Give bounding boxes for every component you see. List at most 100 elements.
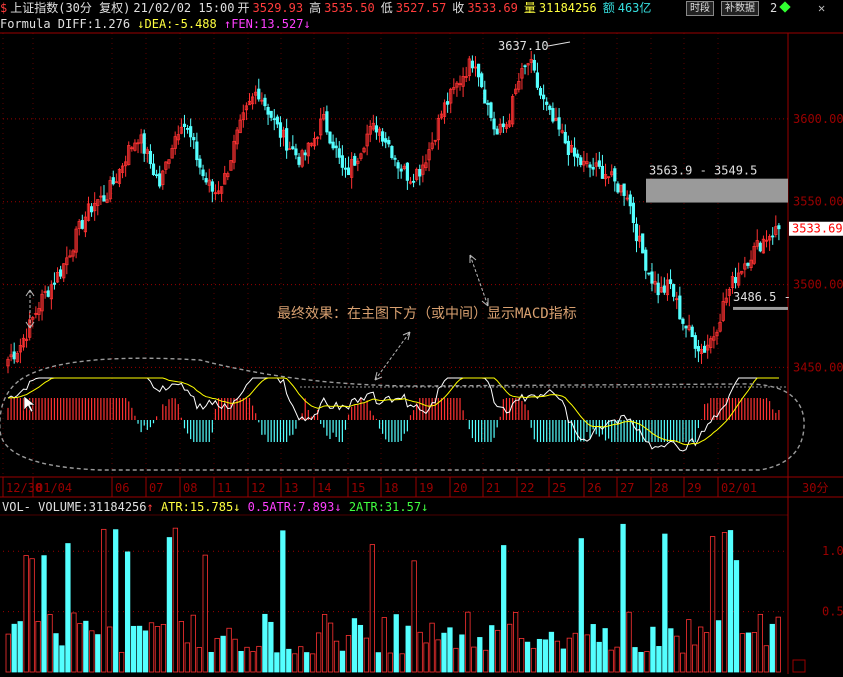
volume-bar <box>47 614 53 673</box>
candle-body <box>399 168 403 172</box>
volume-bar <box>226 627 232 673</box>
volume-bar <box>113 529 119 673</box>
volume-bar <box>29 558 35 673</box>
half-atr-legend: 0.5ATR:7.893 <box>247 500 335 514</box>
candle-body <box>155 174 159 177</box>
volume-bar <box>751 632 758 673</box>
candle-body <box>151 163 156 176</box>
candle-body <box>542 94 546 100</box>
volume-bar <box>501 545 507 673</box>
dea-arrow-icon: ↓ <box>130 17 145 31</box>
candle-body <box>690 326 694 338</box>
candle-body <box>672 284 676 297</box>
x-tick-label: 27 <box>620 481 634 495</box>
volume-bar <box>327 622 334 673</box>
x-tick-label: 25 <box>552 481 566 495</box>
volume-bar <box>626 611 632 673</box>
volume-bar <box>345 635 352 673</box>
candle-body <box>693 335 697 349</box>
dea-legend: DEA:-5.488 <box>144 17 217 31</box>
volume-bar <box>674 635 680 673</box>
candlestick-chart[interactable]: 3450.003500.003550.003600.0012/3001/04 06… <box>0 0 843 674</box>
candle-body <box>492 118 496 130</box>
volume-bar <box>745 632 752 673</box>
volume-bar <box>232 638 238 673</box>
volume-bar <box>590 624 596 673</box>
x-tick-label: 02/01 <box>721 481 757 495</box>
candle-body <box>405 162 409 181</box>
candle-body <box>483 89 487 104</box>
volume-layer <box>5 523 781 673</box>
atr-arrow-icon: ↓ <box>233 500 248 514</box>
close-icon[interactable]: ✕ <box>818 1 825 15</box>
close-value: 3533.69 <box>467 1 518 15</box>
candle-body <box>495 128 499 135</box>
candle-body <box>204 178 208 183</box>
volume-bar <box>536 638 543 673</box>
volume-bar <box>644 651 650 673</box>
x-tick-label: 19 <box>419 481 433 495</box>
candle-body <box>613 168 617 182</box>
volume-bar <box>560 648 567 673</box>
volume-bar <box>524 641 531 673</box>
volume-bar <box>357 624 364 673</box>
candle-body <box>266 107 270 115</box>
x-tick-label: 11 <box>217 481 231 495</box>
candle-body <box>192 137 196 141</box>
volume-bar <box>124 551 131 673</box>
candle-body <box>393 157 397 160</box>
candle-body <box>201 169 205 177</box>
candle-body <box>746 262 750 266</box>
candle-body <box>777 225 781 230</box>
volume-bar <box>321 614 328 673</box>
volume-bar <box>775 616 781 673</box>
volume-bar <box>298 646 304 673</box>
candle-body <box>158 173 162 187</box>
candle-body <box>346 167 351 176</box>
candle-body <box>597 160 601 167</box>
volume-bar <box>417 631 423 673</box>
note-arrow <box>374 331 411 381</box>
volume-bar <box>692 644 698 673</box>
candle-body <box>269 110 273 118</box>
candle-body <box>616 183 620 193</box>
fen-down-icon: ↓ <box>303 17 311 31</box>
chart-stage: 3450.00 3500.00 3550.00 3600.00 12/30 01/04 06… <box>0 0 843 674</box>
x-tick-label: 13 <box>284 481 298 495</box>
quote-datetime: 21/02/02 15:00 <box>133 1 235 15</box>
volume-bar <box>423 642 429 673</box>
volume-label: 量 <box>523 1 536 15</box>
volume-bar <box>572 632 578 673</box>
volume-bar <box>178 621 184 673</box>
period-button[interactable]: 时段 <box>686 1 714 16</box>
highlight-ellipse <box>0 357 805 471</box>
volume-bar <box>596 641 602 673</box>
x-tick-label: 18 <box>384 481 398 495</box>
volume-bar <box>41 555 47 673</box>
candle-body <box>588 164 592 168</box>
candle-body <box>334 145 338 149</box>
volume-bar <box>274 652 280 673</box>
candle-body <box>353 155 357 166</box>
open-value: 3529.93 <box>252 1 304 15</box>
volume-bar <box>250 651 256 673</box>
volume-bar <box>393 614 399 673</box>
fill-data-button[interactable]: 补数据 <box>721 1 759 16</box>
diff-line <box>7 377 779 452</box>
volume-bar <box>136 625 143 673</box>
double-atr-legend: 2ATR:31.57 <box>348 500 422 514</box>
candle-body <box>418 169 422 177</box>
volume-bar <box>333 640 340 673</box>
vertical-arrow <box>469 254 489 307</box>
amount-value: 463亿 <box>617 1 652 15</box>
volume-bar <box>495 629 501 673</box>
x-tick-label: 28 <box>654 481 668 495</box>
volume-bar <box>220 635 226 673</box>
fen-legend: FEN:13.527 <box>231 17 304 31</box>
volume-bar <box>483 649 489 673</box>
candle-body <box>668 279 673 284</box>
volume-bar <box>59 645 65 673</box>
volume-legend: VOL- VOLUME:31184256↑ ATR:15.785↓ 0.5ATR… <box>2 499 428 515</box>
candle-body <box>470 60 475 69</box>
candle-body <box>182 123 187 128</box>
